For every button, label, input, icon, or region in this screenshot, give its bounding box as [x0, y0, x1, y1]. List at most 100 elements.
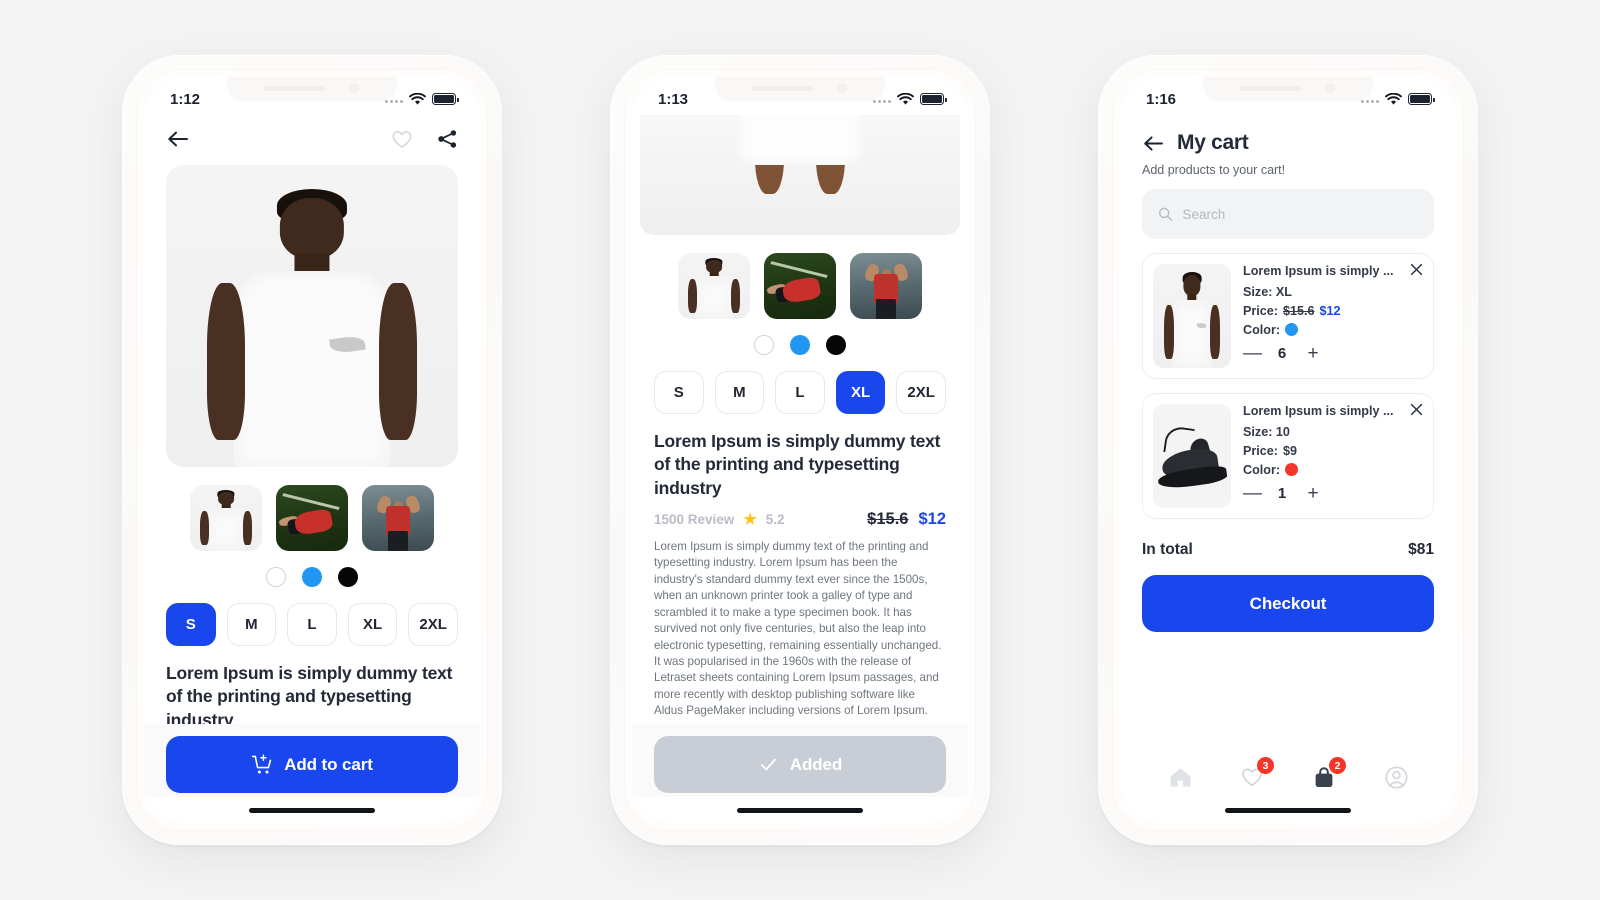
status-indicators [873, 92, 947, 106]
color-selector [144, 567, 480, 587]
cart-item-size: Size: XL [1243, 284, 1292, 299]
phone-mockups-stage: 1:12 S M L XL 2XL Lorem Ipsum is simply … [0, 0, 1600, 900]
color-option-white[interactable] [266, 567, 286, 587]
cart-item-image[interactable] [1153, 404, 1231, 508]
cart-item-info: Lorem Ipsum is simply ... Size: XL Price… [1243, 263, 1423, 368]
quantity-increment-button[interactable]: + [1305, 484, 1321, 503]
notch [1203, 77, 1373, 101]
thumb-photo-model [678, 253, 750, 319]
price-original: $15.6 [1283, 303, 1315, 318]
checkout-area: Checkout [1120, 559, 1456, 632]
back-button[interactable] [166, 129, 190, 149]
page-title: My cart [1177, 131, 1249, 154]
thumbnail-3[interactable] [362, 485, 434, 551]
checkout-button[interactable]: Checkout [1142, 575, 1434, 632]
thumbnail-2[interactable] [764, 253, 836, 319]
tab-cart[interactable]: 2 [1304, 757, 1346, 795]
price-discounted: $12 [1319, 303, 1341, 318]
tab-favorites[interactable]: 3 [1232, 757, 1274, 795]
speaker-grille [751, 86, 813, 91]
thumb-photo-grass [764, 253, 836, 319]
size-option-l[interactable]: L [287, 603, 337, 646]
thumb-photo-gym [850, 253, 922, 319]
checkout-label: Checkout [1249, 593, 1327, 613]
color-option-black[interactable] [338, 567, 358, 587]
search-bar[interactable] [1142, 189, 1434, 239]
notch [227, 77, 397, 101]
product-hero-image[interactable] [640, 115, 960, 235]
color-option-white[interactable] [754, 335, 774, 355]
home-indicator [1120, 797, 1456, 823]
speaker-grille [263, 86, 325, 91]
cart-plus-icon [251, 753, 272, 773]
wifi-icon [409, 92, 426, 105]
rating-value: 5.2 [765, 511, 785, 527]
status-time: 1:16 [1146, 90, 1177, 108]
color-option-blue[interactable] [302, 567, 322, 587]
add-to-cart-label: Add to cart [284, 754, 373, 774]
cart-item-row: Lorem Ipsum is simply ... Size: XL Price… [1142, 253, 1434, 379]
close-icon [1410, 403, 1423, 416]
price-label: Price: [1243, 443, 1279, 458]
added-button[interactable]: Added [654, 736, 946, 793]
remove-item-button[interactable] [1410, 263, 1423, 279]
size-option-m[interactable]: M [714, 371, 765, 414]
color-label: Color: [1243, 462, 1281, 477]
size-option-xl[interactable]: XL [835, 371, 886, 414]
status-time: 1:13 [658, 90, 689, 108]
screen-cart: 1:16 My cart Add products to your cart! … [1120, 77, 1456, 823]
product-title: Lorem Ipsum is simply dummy text of the … [166, 663, 453, 724]
thumb-photo-gym [362, 485, 434, 551]
product-description: Lorem Ipsum is simply dummy text of the … [654, 539, 942, 718]
size-option-s[interactable]: S [654, 371, 704, 414]
size-selector: S M L XL 2XL [166, 603, 458, 646]
tab-profile[interactable] [1376, 759, 1416, 795]
product-topbar [144, 115, 480, 159]
quantity-decrement-button[interactable]: — [1243, 484, 1262, 503]
add-to-cart-button[interactable]: Add to cart [166, 736, 458, 793]
cart-item-image[interactable] [1153, 264, 1231, 368]
thumb-photo-model [190, 485, 262, 551]
color-option-black[interactable] [826, 335, 846, 355]
home-indicator [632, 797, 968, 823]
quantity-value: 1 [1277, 484, 1287, 502]
cart-item-price: Price: $15.6 $12 [1243, 304, 1419, 318]
arrow-left-icon [1144, 135, 1163, 151]
battery-icon [1408, 93, 1435, 105]
color-option-blue[interactable] [790, 335, 810, 355]
size-option-xl[interactable]: XL [347, 603, 398, 646]
bottom-tab-bar: 3 2 [1120, 749, 1456, 797]
heart-icon [392, 131, 412, 148]
thumbnail-1[interactable] [190, 485, 262, 551]
quantity-increment-button[interactable]: + [1305, 344, 1321, 363]
back-button[interactable] [1142, 134, 1165, 153]
size-option-m[interactable]: M [226, 603, 277, 646]
size-option-2xl[interactable]: 2XL [896, 371, 946, 414]
search-input[interactable] [1182, 206, 1418, 222]
quantity-decrement-button[interactable]: — [1243, 344, 1262, 363]
favorites-badge: 3 [1257, 757, 1274, 774]
cart-item-size: Size: 10 [1243, 424, 1290, 439]
screen-product-detail: 1:12 S M L XL 2XL Lorem Ipsum is simply … [144, 77, 480, 823]
price-discounted: $12 [918, 509, 946, 528]
share-button[interactable] [437, 129, 458, 149]
quantity-value: 6 [1277, 344, 1287, 362]
size-selector: S M L XL 2XL [654, 371, 946, 414]
thumbnail-3[interactable] [850, 253, 922, 319]
home-icon [1170, 768, 1190, 786]
favorite-button[interactable] [391, 129, 413, 149]
thumb-photo-grass [276, 485, 348, 551]
share-icon [438, 130, 457, 148]
size-option-2xl[interactable]: 2XL [408, 603, 458, 646]
remove-item-button[interactable] [1410, 403, 1423, 419]
product-hero-image[interactable] [166, 165, 458, 467]
size-option-l[interactable]: L [775, 371, 825, 414]
thumbnail-2[interactable] [276, 485, 348, 551]
size-option-s[interactable]: S [166, 603, 216, 646]
search-icon [1158, 207, 1173, 221]
color-selector [632, 335, 968, 355]
notch [715, 77, 885, 101]
tab-home[interactable] [1160, 759, 1200, 795]
thumbnail-1[interactable] [678, 253, 750, 319]
phone-bezel: 1:12 S M L XL 2XL Lorem Ipsum is simply … [136, 69, 488, 831]
